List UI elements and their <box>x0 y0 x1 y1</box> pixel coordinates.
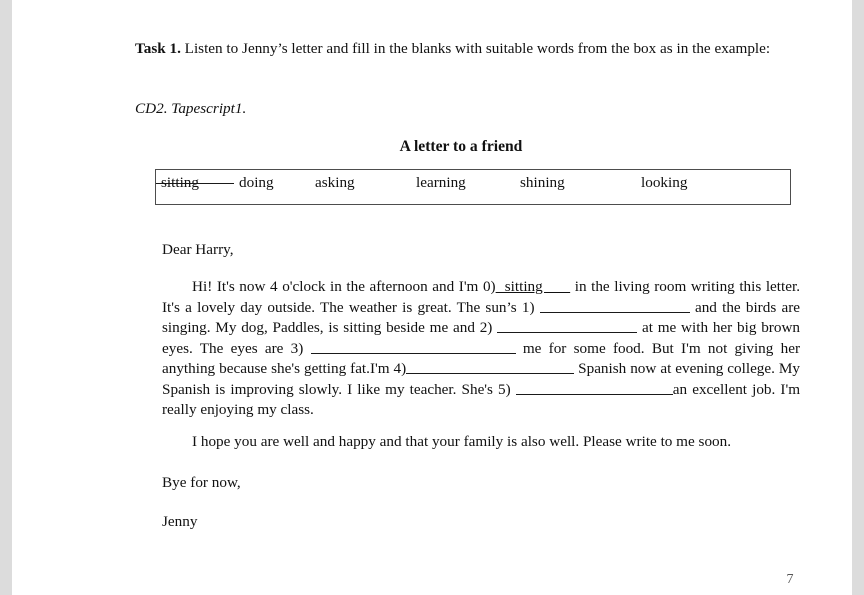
word-bank-item-looking[interactable]: looking <box>641 174 687 192</box>
letter-title: A letter to a friend <box>399 138 523 155</box>
page-number: 7 <box>786 572 794 587</box>
letter-closing-paragraph: I hope you are well and happy and that y… <box>162 432 800 453</box>
word-bank-box: sitting doing asking learning shining lo… <box>155 169 791 205</box>
closing-paragraph-text: I hope you are well and happy and that y… <box>192 433 732 450</box>
word-bank-item-asking[interactable]: asking <box>315 174 355 192</box>
word-bank-item-shining[interactable]: shining <box>520 174 565 192</box>
task-label: Task 1. <box>135 40 181 57</box>
letter-body-paragraph: Hi! It's now 4 o'clock in the afternoon … <box>162 277 800 421</box>
word-bank-inner: sitting doing asking learning shining lo… <box>156 170 790 204</box>
word-bank-item-doing[interactable]: doing <box>239 174 274 192</box>
blank-2[interactable] <box>497 319 638 333</box>
letter-salutation: Dear Harry, <box>162 241 234 258</box>
word-bank-item-learning[interactable]: learning <box>416 174 466 192</box>
task-instruction: Task 1. Listen to Jenny’s letter and fil… <box>135 38 787 60</box>
word-bank-item-sitting[interactable]: sitting <box>161 174 199 192</box>
document-page: Task 1. Listen to Jenny’s letter and fil… <box>12 0 852 595</box>
example-answer-sitting[interactable]: sitting <box>496 278 571 295</box>
blank-3[interactable] <box>310 340 516 354</box>
body-segment-1: Hi! It's now 4 o'clock in the afternoon … <box>192 278 496 295</box>
blank-5[interactable] <box>515 381 673 395</box>
letter-signoff: Bye for now, <box>162 474 241 491</box>
blank-1[interactable] <box>539 299 690 313</box>
tapescript-reference: CD2. Tapescript1. <box>135 100 247 117</box>
task-instruction-text: Listen to Jenny’s letter and fill in the… <box>180 40 771 57</box>
letter-signature: Jenny <box>162 513 198 530</box>
blank-4[interactable] <box>406 360 575 374</box>
